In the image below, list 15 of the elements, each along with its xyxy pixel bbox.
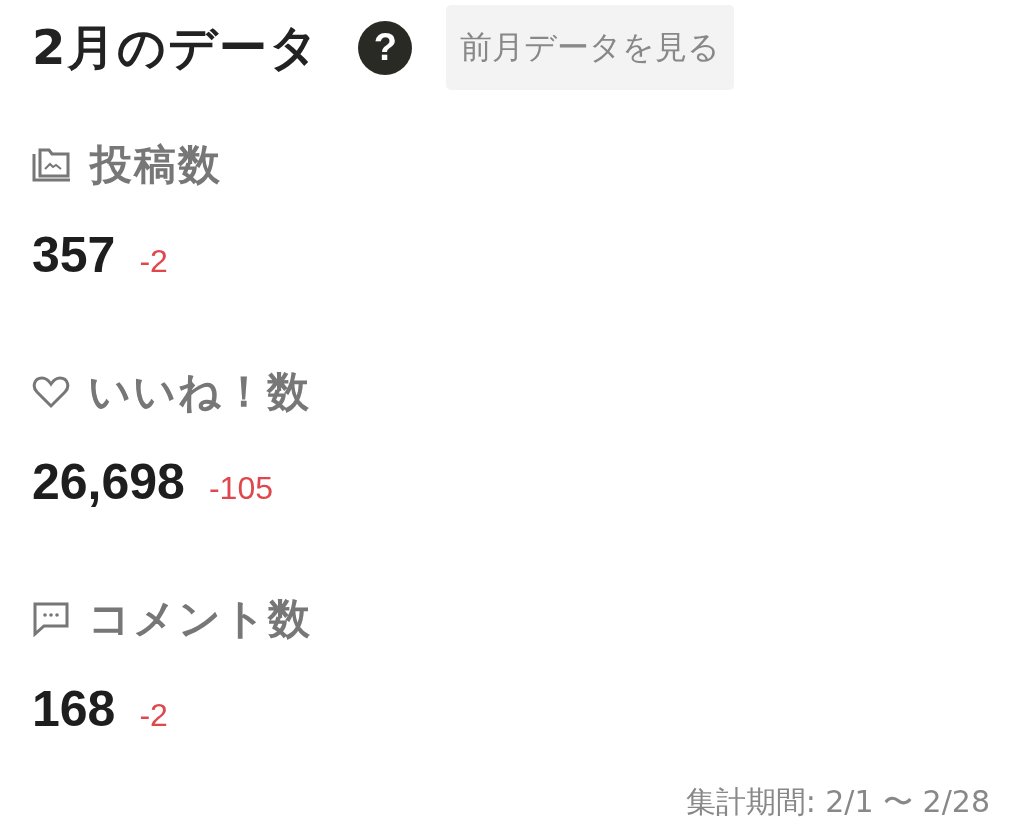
stat-change: -2	[139, 243, 168, 280]
stat-label: いいね！数	[88, 366, 311, 418]
image-folder-icon	[32, 148, 72, 182]
aggregation-period: 集計期間: 2/1 〜 2/28	[685, 782, 990, 821]
help-button[interactable]: ?	[358, 20, 413, 75]
speech-bubble-icon	[32, 601, 70, 637]
stat-change: -2	[139, 697, 168, 734]
stat-value: 26,698	[32, 453, 185, 512]
stat-label: コメント数	[88, 593, 312, 645]
stat-change: -105	[208, 470, 273, 507]
heart-icon	[32, 375, 70, 409]
stat-value: 168	[32, 680, 116, 739]
stat-label: 投稿数	[90, 139, 222, 191]
stat-value: 357	[32, 226, 116, 285]
section-title: 2月のデータ	[32, 18, 321, 77]
